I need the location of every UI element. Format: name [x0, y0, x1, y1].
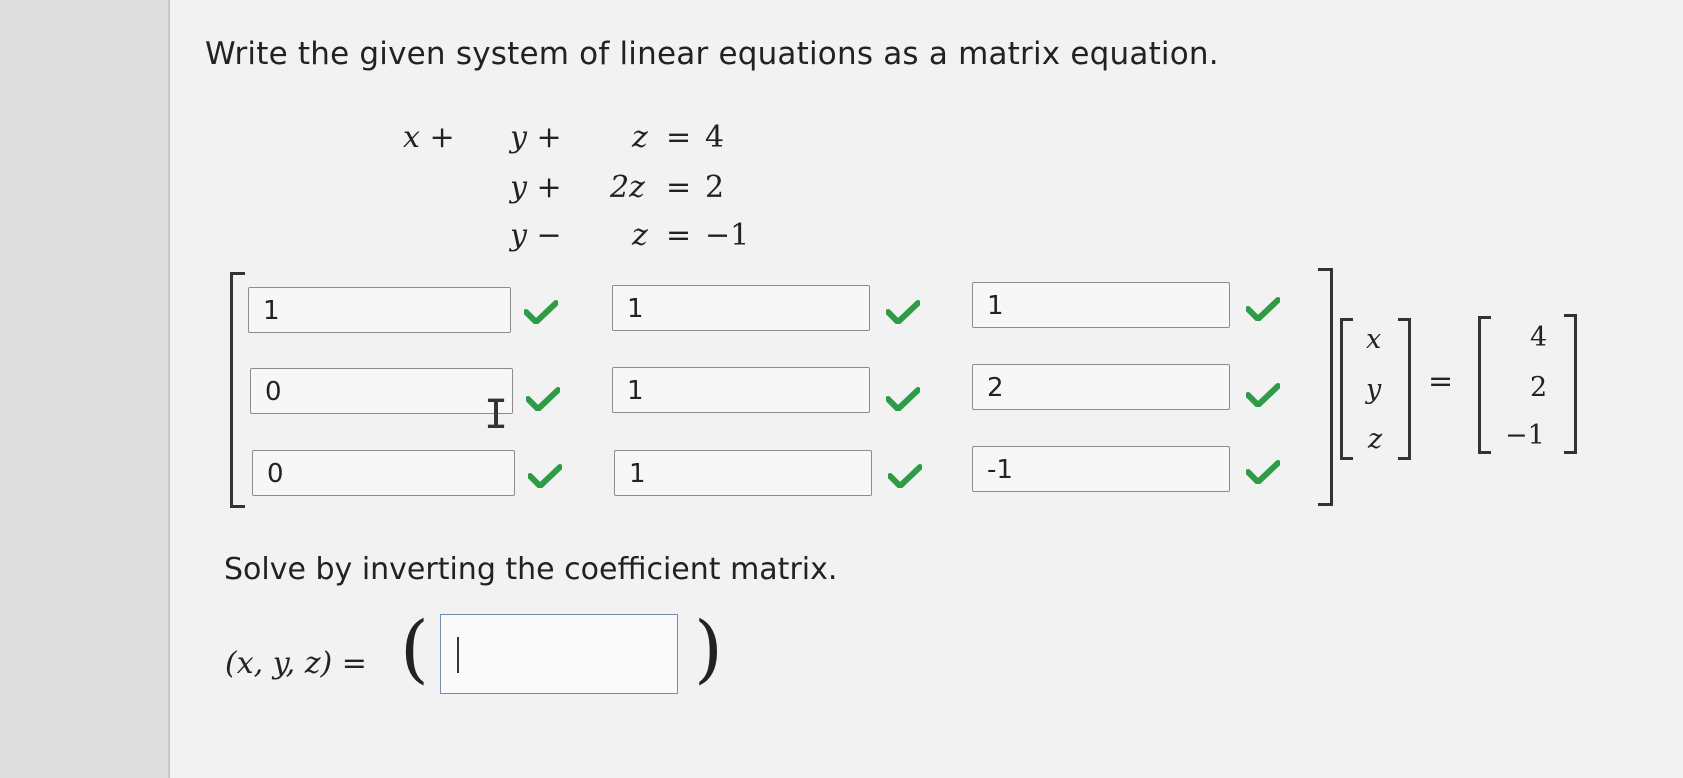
eq2-term-z: 2z	[610, 170, 645, 205]
equals-sign: =	[1428, 364, 1454, 399]
constant-2: 2	[1530, 372, 1548, 403]
constants-left-bracket	[1478, 316, 1491, 454]
matrix-cell-r1c1[interactable]: 1	[248, 287, 511, 333]
check-icon	[888, 464, 922, 488]
answer-left-paren: (	[400, 606, 429, 692]
matrix-cell-r1c2[interactable]: 1	[612, 285, 870, 331]
vector-left-bracket	[1340, 318, 1353, 460]
vector-right-bracket	[1398, 318, 1411, 460]
matrix-cell-r3c3[interactable]: -1	[972, 446, 1230, 492]
check-icon	[1246, 297, 1280, 321]
check-icon	[526, 387, 560, 411]
check-icon	[1246, 460, 1280, 484]
input-caret	[457, 637, 459, 673]
eq1-term-y: y +	[510, 120, 562, 155]
check-icon	[528, 464, 562, 488]
matrix-cell-r2c2[interactable]: 1	[612, 367, 870, 413]
eq3-equals: =	[666, 218, 692, 253]
eq2-equals: =	[666, 170, 692, 205]
eq3-rhs: −1	[705, 218, 750, 253]
eq1-equals: =	[666, 120, 692, 155]
eq1-term-x: x +	[403, 120, 455, 155]
matrix-cell-r1c3[interactable]: 1	[972, 282, 1230, 328]
matrix-left-bracket	[230, 272, 245, 508]
constant-3: −1	[1505, 420, 1545, 451]
eq2-term-y: y +	[510, 170, 562, 205]
vector-z: z	[1368, 424, 1383, 455]
eq2-rhs: 2	[705, 170, 725, 205]
answer-input[interactable]	[440, 614, 678, 694]
solve-prompt: Solve by inverting the coefficient matri…	[224, 552, 838, 587]
eq1-rhs: 4	[705, 120, 725, 155]
check-icon	[886, 300, 920, 324]
answer-label: (x, y, z) =	[225, 646, 367, 681]
vector-x: x	[1366, 324, 1382, 355]
matrix-cell-r2c3[interactable]: 2	[972, 364, 1230, 410]
answer-right-paren: )	[694, 606, 723, 692]
check-icon	[1246, 383, 1280, 407]
constant-1: 4	[1530, 322, 1548, 353]
eq3-term-z: z	[632, 218, 648, 253]
matrix-cell-r3c2[interactable]: 1	[614, 450, 872, 496]
eq1-term-z: z	[632, 120, 648, 155]
matrix-cell-r2c1[interactable]: 0	[250, 368, 513, 414]
check-icon	[524, 300, 558, 324]
constants-right-bracket	[1564, 314, 1577, 454]
text-cursor-icon: I	[484, 392, 509, 438]
check-icon	[886, 387, 920, 411]
eq3-term-y: y −	[510, 218, 562, 253]
matrix-right-bracket	[1318, 268, 1333, 506]
question-prompt: Write the given system of linear equatio…	[205, 36, 1219, 72]
matrix-cell-r3c1[interactable]: 0	[252, 450, 515, 496]
vector-y: y	[1366, 374, 1382, 405]
